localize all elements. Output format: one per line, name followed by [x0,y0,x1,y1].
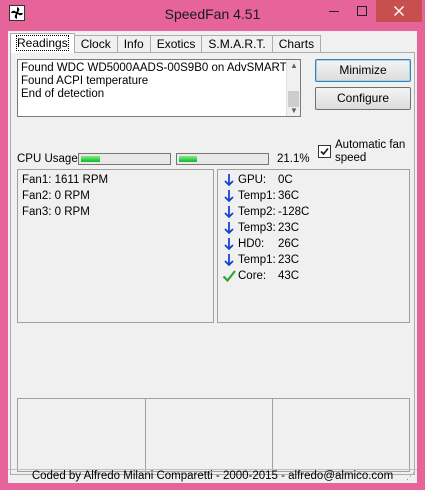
close-icon [394,6,404,16]
arrow-down-icon [224,222,234,235]
temp-reading: Core: 43C [222,268,407,284]
log-line: Found ACPI temperature [21,75,149,87]
temp-value: -128C [278,206,310,218]
cpu-usage-percent: 21.1% [277,153,310,165]
tab-charts[interactable]: Charts [271,35,322,53]
fan-name: Fan1: [22,174,52,186]
temperatures-panel: GPU: 0C Temp1: 36C Temp2: -128C Temp3: 2… [217,169,410,323]
tab-label: Exotics [156,37,196,51]
fans-panel: Fan1: 1611 RPM Fan2: 0 RPM Fan3: 0 RPM [17,169,214,323]
cpu-core1-fill [81,156,100,162]
close-window-button[interactable] [376,0,422,22]
maximize-window-button[interactable] [348,0,376,22]
temp-reading: Temp1: 23C [222,252,407,268]
tab-label: Info [123,37,144,51]
temp-reading: Temp3: 23C [222,220,407,236]
temp-reading: HD0: 26C [222,236,407,252]
cpu-core2-bar [176,153,269,165]
fan-reading: Fan3: 0 RPM [22,206,90,218]
tab-readings[interactable]: Readings [10,33,75,53]
tab-label: Clock [80,37,111,51]
tab-strip: Readings Clock Info Exotics S.M.A.R.T. C… [10,33,322,53]
temp-value: 26C [278,238,300,250]
fan-value: 0 RPM [54,190,90,202]
arrow-down-icon [224,254,234,267]
title-bar[interactable]: SpeedFan 4.51 [0,0,425,28]
fan-value: 1611 RPM [54,174,109,186]
fan-name: Fan3: [22,206,52,218]
log-line: End of detection [21,88,105,100]
temp-reading: GPU: 0C [222,172,407,188]
credits-footer: Coded by Alfredo Milani Comparetti - 200… [8,469,417,483]
maximize-icon [357,6,367,16]
cpu-core1-bar [78,153,171,165]
temp-name: GPU: [238,174,267,186]
minimize-button[interactable]: Minimize [315,59,411,82]
arrow-down-icon [224,174,234,187]
check-icon [222,270,236,283]
cpu-usage-label: CPU Usage [17,153,78,165]
tab-smart[interactable]: S.M.A.R.T. [201,35,273,53]
readings-page: Found WDC WD5000AADS-00S9B0 on AdvSMART … [10,52,415,475]
fan-reading: Fan1: 1611 RPM [22,174,108,186]
column-divider [272,399,273,471]
resize-grip-icon[interactable]: ⋰ [406,471,415,482]
tab-label: Charts [278,37,315,51]
arrow-down-icon [224,206,234,219]
arrow-down-icon [224,190,234,203]
temp-name: Temp1: [238,254,276,266]
tab-label: Readings [16,35,69,51]
cpu-core2-fill [179,156,197,162]
detection-log[interactable]: Found WDC WD5000AADS-00S9B0 on AdvSMART … [17,59,301,117]
minimize-window-button[interactable] [320,0,348,22]
temp-reading: Temp1: 36C [222,188,407,204]
checkmark-icon [320,147,329,156]
minimize-icon [329,11,339,12]
scroll-down-icon[interactable]: ▼ [290,106,298,115]
fan-name: Fan2: [22,190,52,202]
scroll-thumb[interactable] [288,91,299,107]
log-line: Found WDC WD5000AADS-00S9B0 on AdvSMART [21,62,287,74]
client-area: Readings Clock Info Exotics S.M.A.R.T. C… [8,31,417,483]
tab-label: S.M.A.R.T. [208,37,266,51]
temp-value: 23C [278,254,300,266]
configure-button[interactable]: Configure [315,87,411,110]
tab-clock[interactable]: Clock [73,35,118,53]
temp-name: HD0: [238,238,265,250]
temp-value: 0C [278,174,293,186]
temp-reading: Temp2: -128C [222,204,407,220]
temp-value: 43C [278,270,300,282]
speedfan-window: SpeedFan 4.51 Readings Clock Info Exotic… [0,0,425,490]
log-scrollbar[interactable]: ▲ ▼ [286,60,300,116]
temp-name: Temp1: [238,190,276,202]
scroll-up-icon[interactable]: ▲ [290,61,298,70]
fan-reading: Fan2: 0 RPM [22,190,90,202]
temp-name: Temp2: [238,206,276,218]
auto-fan-checkbox[interactable] [318,145,331,158]
tab-exotics[interactable]: Exotics [149,35,203,53]
temp-name: Core: [238,270,267,282]
auto-fan-label[interactable]: Automatic fan speed [335,139,415,165]
temp-name: Temp3: [238,222,276,234]
tab-info[interactable]: Info [116,35,151,53]
temp-value: 36C [278,190,300,202]
column-divider [145,399,146,471]
voltage-panel [17,398,410,472]
arrow-down-icon [224,238,234,251]
fan-value: 0 RPM [54,206,90,218]
temp-value: 23C [278,222,300,234]
